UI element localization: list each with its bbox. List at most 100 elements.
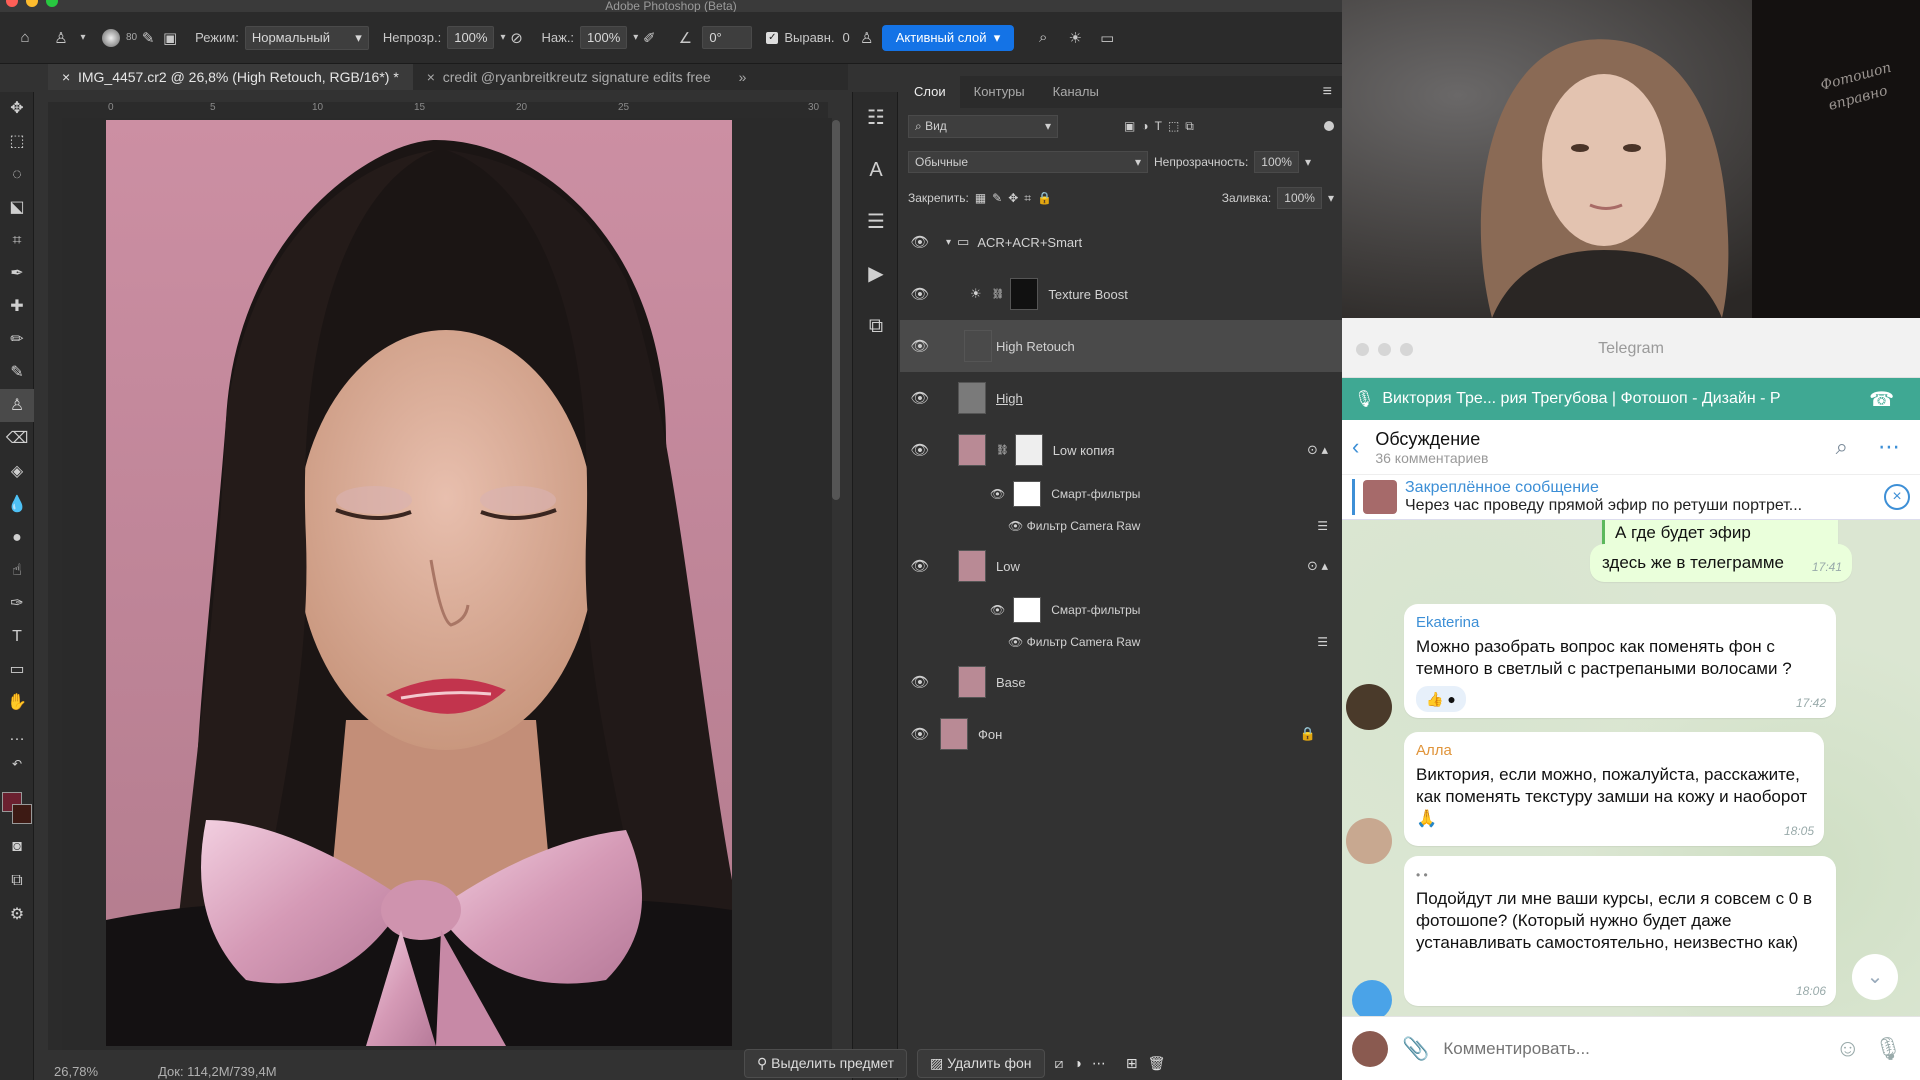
eye-icon[interactable]: 👁 [1008,519,1023,533]
filter-options-icon[interactable]: ☰ [1317,635,1328,649]
paint-bucket-tool-icon[interactable]: ◈ [0,455,34,488]
tab-layers[interactable]: Слои [900,76,960,108]
eye-icon[interactable]: 👁 [900,389,940,407]
layer-texture-boost[interactable]: 👁 ☀ ⛓ Texture Boost [900,268,1342,320]
filter-options-icon[interactable]: ☰ [1317,519,1328,533]
eye-icon[interactable]: 👁 [900,285,940,303]
filter-smart-icon[interactable]: ⧉ [1185,119,1194,134]
avatar[interactable] [1352,980,1392,1016]
clone-source-panel-icon[interactable]: ⧉ [853,300,899,352]
remove-background-button[interactable]: ▨ Удалить фон [917,1048,1045,1078]
back-arrow-icon[interactable]: ‹ [1352,434,1359,460]
marquee-tool-icon[interactable]: ⬚ [0,125,34,158]
smudge-tool-icon[interactable]: ☝ [0,554,34,587]
type-tool-icon[interactable]: T [0,620,34,653]
canvas-scrollbar[interactable] [832,120,840,500]
message-bubble[interactable]: здесь же в телеграмме 17:41 [1590,544,1852,582]
maximize-window-button[interactable] [1400,343,1413,356]
actions-play-icon[interactable]: ▶ [853,248,899,300]
chevron-down-icon[interactable]: ▾ [946,237,951,248]
edit-toolbar-icon[interactable]: ⚙ [0,898,34,931]
tab-img-4457[interactable]: × IMG_4457.cr2 @ 26,8% (High Retouch, RG… [48,64,413,90]
lock-all-icon[interactable]: 🔒 [1037,191,1052,205]
pen-tool-icon[interactable]: ✑ [0,587,34,620]
microphone-icon[interactable]: 🎙 [1874,1036,1902,1062]
panel-menu-icon[interactable]: ≡ [1323,83,1342,101]
brightness-icon[interactable]: ☀ [1064,27,1086,49]
message-bubble[interactable]: Ekaterina Можно разобрать вопрос как пом… [1404,604,1836,718]
close-icon[interactable]: × [427,69,435,85]
camera-raw-filter-row[interactable]: 👁 Фильтр Camera Raw ☰ [900,512,1342,540]
hang-up-icon[interactable]: ☎ [1869,387,1894,412]
chevron-down-icon[interactable]: ▾ [1305,155,1311,169]
object-select-tool-icon[interactable]: ⬕ [0,191,34,224]
attach-icon[interactable]: 📎 [1402,1036,1429,1062]
more-options-icon[interactable]: ⋯ [1878,434,1900,460]
hand-tool-icon[interactable]: ✋ [0,686,34,719]
shape-tool-icon[interactable]: ▭ [0,653,34,686]
layer-filter-select[interactable]: ⌕ Вид ▾ [908,114,1058,138]
close-window-button[interactable] [6,0,18,7]
voice-chat-bar[interactable]: 🎙 Виктория Тре... рия Трегубова | Фотошо… [1342,378,1920,420]
layer-background[interactable]: 👁 Фон 🔒 [900,708,1342,760]
eraser-tool-icon[interactable]: ⌫ [0,422,34,455]
layer-high[interactable]: 👁 High [900,372,1342,424]
blur-tool-icon[interactable]: 💧 [0,488,34,521]
mask-icon[interactable]: ◑ [1073,1055,1081,1071]
crop-tool-icon[interactable]: ⌗ [0,224,34,257]
smart-filters-row[interactable]: 👁 Смарт-фильтры [900,592,1342,628]
eye-icon[interactable]: 👁 [900,441,940,459]
delete-layer-icon[interactable]: 🗑 [1148,1055,1166,1072]
sample-layer-select[interactable]: Активный слой ▾ [881,24,1015,51]
fill-field[interactable]: 100% [1277,187,1322,209]
transform-icon[interactable]: ⧄ [1055,1055,1064,1072]
brush-settings-icon[interactable]: ✎ [137,27,159,49]
new-layer-icon[interactable]: ⊞ [1126,1055,1138,1072]
mode-select[interactable]: Нормальный ▾ [244,25,369,50]
eyedropper-tool-icon[interactable]: ✒ [0,257,34,290]
message-bubble[interactable]: Алла Виктория, если можно, пожалуйста, р… [1404,732,1824,846]
aligned-checkbox[interactable]: ✓ [766,31,779,44]
avatar[interactable] [1346,684,1392,730]
layer-opacity-field[interactable]: 100% [1254,151,1299,173]
microphone-icon[interactable]: 🎙 [1354,389,1374,409]
layer-group-acr[interactable]: 👁 ▾ ▭ ACR+ACR+Smart [900,216,1342,268]
search-icon[interactable]: ⌕ [1032,27,1054,49]
brush-tool-icon[interactable]: ✏ [0,323,34,356]
brush-picker[interactable]: 80 [102,28,137,47]
more-tools-icon[interactable]: … [0,719,34,752]
angle-field[interactable]: 0° [702,26,753,49]
select-subject-button[interactable]: ⚲ Выделить предмет [744,1048,908,1078]
quick-mask-icon[interactable]: ◙ [0,830,34,863]
layer-base[interactable]: 👁 Base [900,656,1342,708]
healing-tool-icon[interactable]: ✚ [0,290,34,323]
message-bubble[interactable]: • • Подойдут ли мне ваши курсы, если я с… [1404,856,1836,1006]
emoji-icon[interactable]: ☺ [1836,1035,1861,1063]
pencil-tool-icon[interactable]: ✎ [0,356,34,389]
close-window-button[interactable] [1356,343,1369,356]
eye-icon[interactable]: 👁 [900,557,940,575]
clone-stamp-tool-icon[interactable]: ♙ [0,389,34,422]
tool-preset-picker[interactable]: ♙ ▾ [50,27,88,49]
clone-source-icon[interactable]: ▣ [159,27,181,49]
close-pinned-icon[interactable]: × [1884,484,1910,510]
eye-icon[interactable]: 👁 [900,337,940,355]
smart-filters-row[interactable]: 👁 Смарт-фильтры [900,476,1342,512]
lock-artboard-icon[interactable]: ⌗ [1024,191,1031,206]
character-icon[interactable]: A [853,144,899,196]
screen-mode-icon[interactable]: ⧉ [0,864,34,897]
scroll-down-button[interactable]: ⌄ [1852,954,1898,1000]
more-options-icon[interactable]: ⋯ [1092,1055,1106,1072]
airbrush-icon[interactable]: ✐ [638,27,660,49]
tab-channels[interactable]: Каналы [1039,76,1113,108]
layer-low[interactable]: 👁 Low ⊙ ▴ [900,540,1342,592]
eye-icon[interactable]: 👁 [900,725,940,743]
minimize-window-button[interactable] [26,0,38,7]
chevron-down-icon[interactable]: ▾ [1328,191,1334,205]
reaction-badge[interactable]: 👍 ● [1416,686,1466,712]
swap-colors-icon[interactable]: ↶ [0,752,34,776]
filter-pixel-icon[interactable]: ▣ [1124,119,1135,133]
layer-low-copy[interactable]: 👁 ⛓ Low копия ⊙ ▴ [900,424,1342,476]
minimize-window-button[interactable] [1378,343,1391,356]
eye-icon[interactable]: 👁 [1008,635,1023,649]
